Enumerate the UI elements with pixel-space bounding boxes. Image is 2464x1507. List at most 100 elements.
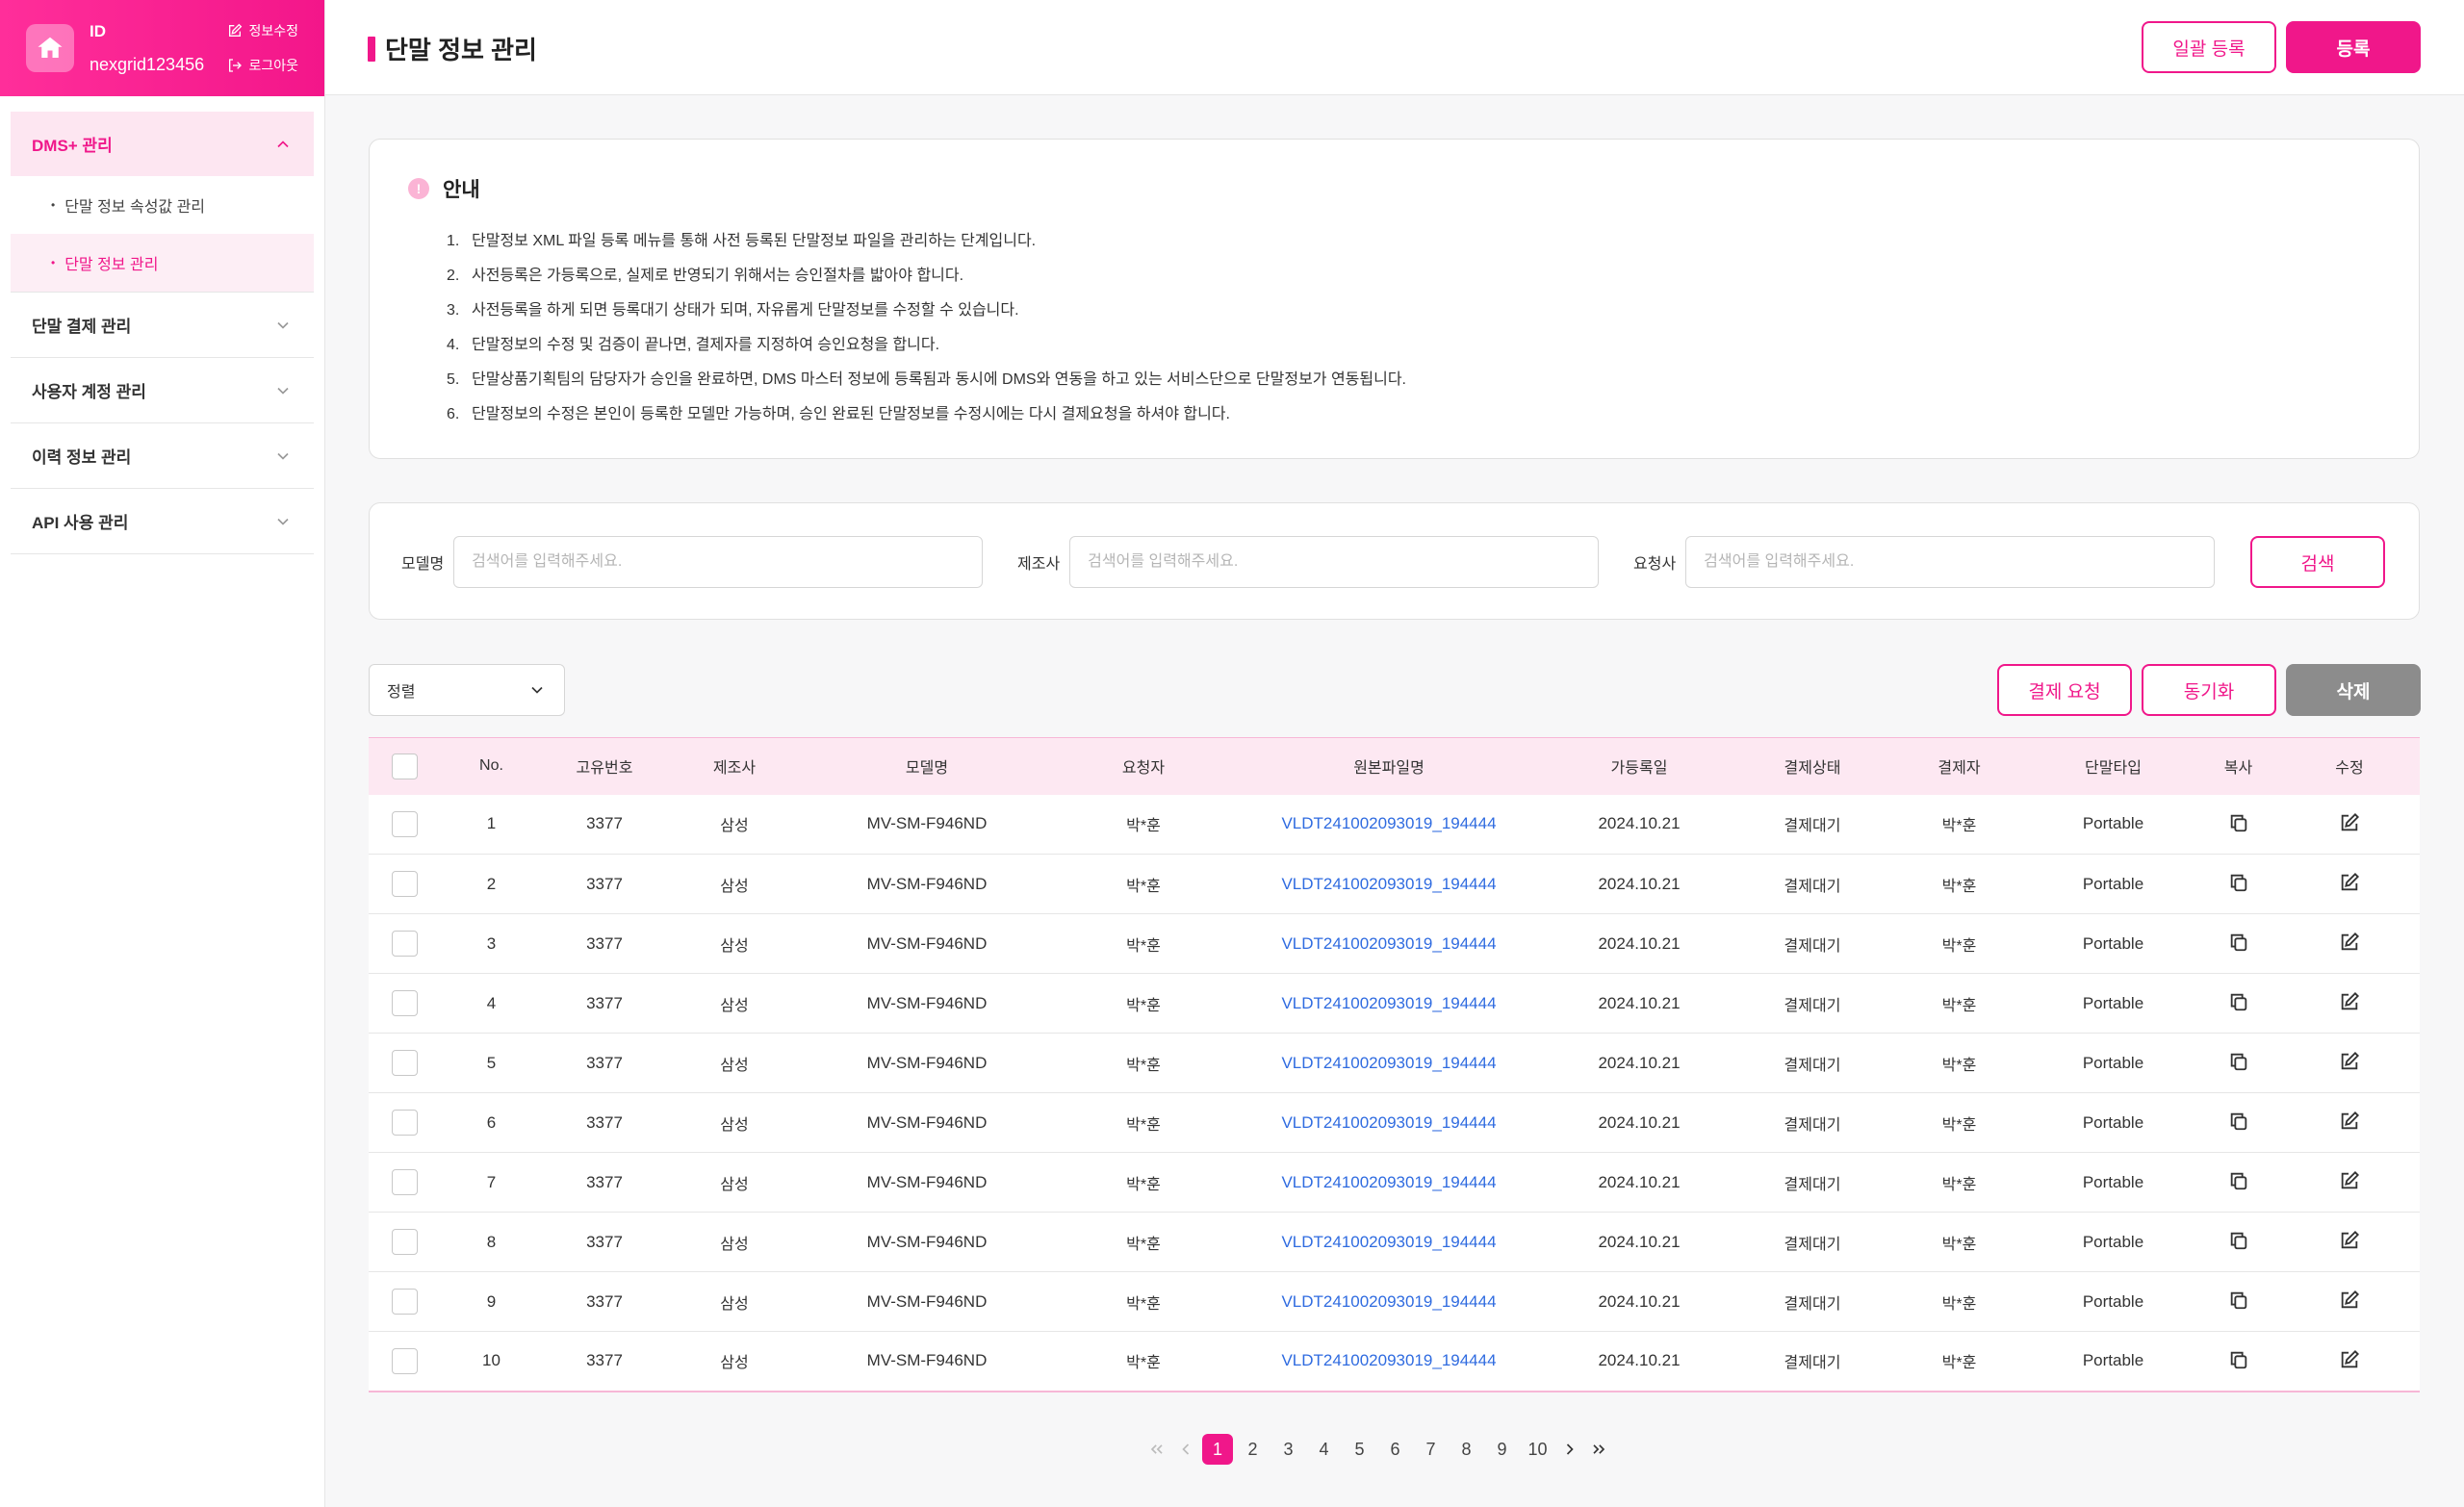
sidebar-item-payment[interactable]: 단말 결제 관리	[11, 293, 314, 357]
row-checkbox[interactable]	[392, 1110, 418, 1136]
sidebar-subitem-attribute[interactable]: 단말 정보 속성값 관리	[11, 176, 314, 234]
cell-type: Portable	[2082, 933, 2144, 953]
search-button[interactable]: 검색	[2250, 536, 2385, 588]
copy-button[interactable]	[2226, 810, 2251, 835]
sidebar-subitem-device-info[interactable]: 단말 정보 관리	[11, 234, 314, 292]
first-page-button[interactable]	[1142, 1434, 1171, 1465]
home-button[interactable]	[26, 24, 74, 72]
file-link[interactable]: VLDT241002093019_194444	[1281, 1113, 1496, 1132]
file-link[interactable]: VLDT241002093019_194444	[1281, 1233, 1496, 1251]
edit-row-button[interactable]	[2337, 1288, 2362, 1313]
row-checkbox[interactable]	[392, 810, 418, 837]
copy-button[interactable]	[2226, 930, 2251, 955]
row-checkbox[interactable]	[392, 871, 418, 897]
cell-status: 결제대기	[1784, 818, 1841, 835]
file-link[interactable]: VLDT241002093019_194444	[1281, 875, 1496, 893]
edit-row-button[interactable]	[2337, 1109, 2362, 1134]
maker-label: 제조사	[1017, 556, 1061, 573]
chevron-right-icon	[1566, 1443, 1574, 1455]
chevron-down-icon	[277, 321, 289, 329]
cell-requester: 박*훈	[1126, 937, 1161, 955]
cell-no: 1	[486, 814, 497, 833]
sidebar-item-dms[interactable]: DMS+ 관리	[11, 112, 314, 176]
cell-type: Portable	[2082, 1112, 2144, 1132]
page-number[interactable]: 2	[1235, 1434, 1270, 1465]
page-number[interactable]: 8	[1449, 1434, 1484, 1465]
cell-no: 8	[486, 1232, 497, 1251]
copy-button[interactable]	[2226, 870, 2251, 895]
page-number[interactable]: 9	[1484, 1434, 1520, 1465]
row-checkbox[interactable]	[392, 990, 418, 1016]
sidebar-item-api[interactable]: API 사용 관리	[11, 489, 314, 553]
page-number[interactable]: 3	[1270, 1434, 1306, 1465]
page-number[interactable]: 5	[1342, 1434, 1377, 1465]
chevron-left-icon	[1182, 1443, 1190, 1455]
model-search-input[interactable]	[453, 536, 984, 588]
page-number[interactable]: 4	[1306, 1434, 1342, 1465]
edit-row-button[interactable]	[2337, 1049, 2362, 1074]
register-button[interactable]: 등록	[2286, 21, 2421, 73]
notice-item: 3. 사전등록을 하게 되면 등록대기 상태가 되며, 자유롭게 단말정보를 수정…	[447, 302, 1019, 319]
file-link[interactable]: VLDT241002093019_194444	[1281, 814, 1496, 832]
sidebar-item-label: 단말 결제 관리	[32, 318, 132, 336]
sync-button[interactable]: 동기화	[2142, 664, 2276, 716]
page-numbers: 1 2 3 4 5 6 7 8 9 10	[1200, 1434, 1555, 1465]
last-page-button[interactable]	[1584, 1434, 1613, 1465]
logout-link[interactable]: 로그아웃	[227, 56, 298, 75]
edit-row-button[interactable]	[2337, 810, 2362, 835]
edit-icon	[2341, 812, 2360, 830]
edit-row-button[interactable]	[2337, 989, 2362, 1014]
cell-status: 결제대기	[1784, 1236, 1841, 1253]
edit-row-button[interactable]	[2337, 870, 2362, 895]
delete-button[interactable]: 삭제	[2286, 664, 2421, 716]
approve-request-button[interactable]: 결제 요청	[1997, 664, 2132, 716]
cell-date: 2024.10.21	[1598, 814, 1681, 833]
cell-date: 2024.10.21	[1598, 993, 1681, 1012]
requester-search-input[interactable]	[1685, 536, 2216, 588]
row-checkbox[interactable]	[392, 1289, 418, 1315]
cell-no: 6	[486, 1112, 497, 1132]
cell-requester: 박*훈	[1126, 818, 1161, 835]
edit-row-button[interactable]	[2337, 1168, 2362, 1193]
edit-row-button[interactable]	[2337, 1347, 2362, 1372]
copy-button[interactable]	[2226, 1347, 2251, 1372]
row-checkbox[interactable]	[392, 1347, 418, 1374]
file-link[interactable]: VLDT241002093019_194444	[1281, 994, 1496, 1012]
row-checkbox[interactable]	[392, 1169, 418, 1195]
cell-date: 2024.10.21	[1598, 1232, 1681, 1251]
next-page-button[interactable]	[1555, 1434, 1584, 1465]
copy-button[interactable]	[2226, 1288, 2251, 1313]
row-checkbox[interactable]	[392, 931, 418, 957]
copy-button[interactable]	[2226, 1228, 2251, 1253]
file-link[interactable]: VLDT241002093019_194444	[1281, 1173, 1496, 1191]
file-link[interactable]: VLDT241002093019_194444	[1281, 934, 1496, 953]
row-checkbox[interactable]	[392, 1229, 418, 1255]
copy-button[interactable]	[2226, 1109, 2251, 1134]
sidebar-item-history[interactable]: 이력 정보 관리	[11, 423, 314, 488]
sort-select[interactable]: 정렬	[369, 664, 565, 716]
file-link[interactable]: VLDT241002093019_194444	[1281, 1054, 1496, 1072]
page-number[interactable]: 10	[1520, 1434, 1555, 1465]
copy-button[interactable]	[2226, 1168, 2251, 1193]
cell-model: MV-SM-F946ND	[866, 1112, 988, 1132]
sidebar-item-account[interactable]: 사용자 계정 관리	[11, 358, 314, 422]
copy-button[interactable]	[2226, 989, 2251, 1014]
page-number[interactable]: 1	[1202, 1434, 1233, 1465]
table-body: 1 3377 삼성 MV-SM-F946ND 박*훈 VLDT241002093019_1…	[369, 795, 2420, 1392]
page-number[interactable]: 7	[1413, 1434, 1449, 1465]
file-link[interactable]: VLDT241002093019_194444	[1281, 1351, 1496, 1369]
edit-row-button[interactable]	[2337, 930, 2362, 955]
edit-profile-link[interactable]: 정보수정	[227, 21, 298, 40]
page-number[interactable]: 6	[1377, 1434, 1413, 1465]
copy-button[interactable]	[2226, 1049, 2251, 1074]
cell-requester: 박*훈	[1126, 1176, 1161, 1193]
select-all-checkbox[interactable]	[392, 753, 418, 779]
copy-icon	[2230, 1291, 2246, 1310]
cell-no: 5	[486, 1053, 497, 1072]
maker-search-input[interactable]	[1069, 536, 1600, 588]
edit-row-button[interactable]	[2337, 1228, 2362, 1253]
prev-page-button[interactable]	[1171, 1434, 1200, 1465]
file-link[interactable]: VLDT241002093019_194444	[1281, 1292, 1496, 1311]
bulk-register-button[interactable]: 일괄 등록	[2142, 21, 2276, 73]
row-checkbox[interactable]	[392, 1050, 418, 1076]
